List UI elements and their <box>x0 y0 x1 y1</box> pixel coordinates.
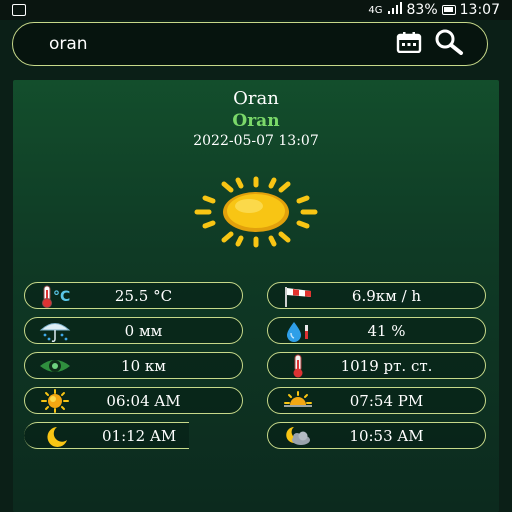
temperature-stat: °C 25.5 °C <box>24 282 243 309</box>
sunset-stat: 07:54 PM <box>267 387 486 414</box>
sunrise-icon <box>35 388 75 413</box>
visibility-eye-icon <box>35 354 75 378</box>
city-local-name: Oran <box>232 111 280 131</box>
sunset-icon <box>278 389 318 413</box>
pressure-value: 1019 рт. ст. <box>340 356 433 375</box>
humidity-drop-icon <box>278 319 318 343</box>
humidity-value: 41 % <box>367 321 406 340</box>
pressure-stat: 1019 рт. ст. <box>267 352 486 379</box>
sun-icon <box>191 176 321 248</box>
moonset-stat: 10:53 AM <box>267 422 486 449</box>
sunrise-stat: 06:04 AM <box>24 387 243 414</box>
notification-icon <box>12 4 26 16</box>
city-name: Oran <box>233 88 279 109</box>
windsock-icon <box>278 284 318 308</box>
visibility-stat: 10 км <box>24 352 243 379</box>
status-bar: 4G 83% 13:07 <box>0 0 512 20</box>
search-bar <box>12 22 488 66</box>
search-icon <box>434 29 464 59</box>
precipitation-stat: 0 мм <box>24 317 243 344</box>
svg-text:°C: °C <box>53 289 70 305</box>
wind-value: 6.9км / h <box>351 286 422 305</box>
search-input[interactable] <box>13 33 389 55</box>
battery-percent: 83% <box>406 2 438 18</box>
calendar-button[interactable] <box>389 24 429 64</box>
datetime: 2022-05-07 13:07 <box>193 133 319 149</box>
moonset-icon <box>278 424 318 448</box>
moonrise-value: 01:12 AM <box>102 426 177 445</box>
status-time: 13:07 <box>459 2 500 18</box>
thermometer-celsius-icon: °C <box>35 284 75 308</box>
weather-card: Oran Oran 2022-05-07 13:07 °C 25.5 °C 0 … <box>13 80 499 512</box>
network-type: 4G <box>368 4 383 16</box>
search-button[interactable] <box>429 24 469 64</box>
temperature-value: 25.5 °C <box>114 286 173 305</box>
precipitation-value: 0 мм <box>124 321 163 340</box>
moonrise-stat: 01:12 AM <box>24 422 189 449</box>
humidity-stat: 41 % <box>267 317 486 344</box>
sunrise-value: 06:04 AM <box>106 391 181 410</box>
wind-stat: 6.9км / h <box>267 282 486 309</box>
calendar-icon <box>396 31 422 57</box>
moonset-value: 10:53 AM <box>349 426 424 445</box>
moonrise-icon <box>34 424 74 448</box>
visibility-value: 10 км <box>121 356 166 375</box>
sunset-value: 07:54 PM <box>349 391 424 410</box>
pressure-thermometer-icon <box>278 354 318 378</box>
signal-icon <box>387 2 403 18</box>
battery-icon <box>441 5 456 15</box>
umbrella-rain-icon <box>35 319 75 343</box>
